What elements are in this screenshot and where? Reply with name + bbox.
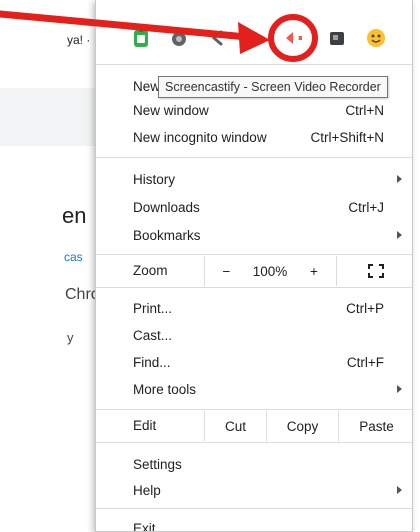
menu-item-history[interactable]: History [96, 165, 412, 193]
copy-button-label: Copy [286, 418, 319, 434]
menu-item-print-label: Print... [133, 300, 173, 316]
zoom-in-button[interactable]: + [292, 256, 336, 286]
background-gray-strip [0, 88, 95, 146]
menu-separator [96, 508, 412, 509]
menu-item-new-incognito-window[interactable]: New incognito window Ctrl+Shift+N [96, 123, 412, 151]
chevron-right-icon [397, 486, 402, 494]
chevron-right-icon [397, 175, 402, 183]
menu-item-downloads[interactable]: Downloads Ctrl+J [96, 193, 412, 221]
background-search-fragment: ya! · [67, 33, 91, 47]
zoom-level: 100% [248, 256, 292, 286]
menu-item-find-shortcut: Ctrl+F [346, 354, 384, 370]
screencastify-tooltip: Screencastify - Screen Video Recorder [158, 76, 388, 98]
copy-button[interactable]: Copy [266, 411, 338, 441]
zoom-level-value: 100% [252, 263, 288, 279]
fullscreen-button[interactable] [336, 256, 412, 286]
cut-button[interactable]: Cut [204, 411, 266, 441]
menu-item-cast[interactable]: Cast... [96, 321, 412, 349]
menu-item-more-tools[interactable]: More tools [96, 375, 412, 403]
background-link-fragment[interactable]: cas [64, 250, 83, 264]
menu-item-bookmarks-label: Bookmarks [133, 227, 201, 243]
menu-item-exit[interactable]: Exit [96, 514, 412, 532]
menu-separator [96, 254, 412, 255]
paste-button[interactable]: Paste [338, 411, 412, 441]
menu-separator [96, 409, 412, 410]
cut-button-label: Cut [224, 418, 246, 434]
paste-button-label: Paste [359, 418, 394, 434]
minus-icon: − [222, 263, 231, 279]
screencastify-icon[interactable] [282, 26, 306, 50]
menu-item-exit-label: Exit [133, 520, 156, 532]
chevron-extension-icon[interactable] [206, 26, 230, 50]
zoom-out-button[interactable]: − [204, 256, 248, 286]
zoom-row: Zoom − 100% + [96, 256, 412, 286]
menu-item-new-incognito-shortcut: Ctrl+Shift+N [310, 129, 384, 145]
menu-item-downloads-label: Downloads [133, 199, 200, 215]
green-extension-icon[interactable] [129, 26, 153, 50]
fullscreen-icon [367, 264, 384, 278]
menu-item-new-window-label: New window [133, 102, 209, 118]
menu-separator [96, 157, 412, 158]
menu-separator [96, 287, 412, 288]
menu-item-downloads-shortcut: Ctrl+J [348, 199, 384, 215]
extension-toolbar [96, 0, 412, 64]
menu-item-new-window[interactable]: New window Ctrl+N [96, 96, 412, 124]
menu-item-bookmarks[interactable]: Bookmarks [96, 221, 412, 249]
menu-item-more-tools-label: More tools [133, 381, 197, 397]
background-heading-fragment: en [62, 203, 87, 228]
menu-item-cast-label: Cast... [133, 327, 173, 343]
menu-item-new-window-shortcut: Ctrl+N [345, 102, 384, 118]
menu-item-new-incognito-label: New incognito window [133, 129, 267, 145]
gray-extension-icon[interactable] [167, 26, 191, 50]
emoji-extension-icon[interactable] [364, 26, 388, 50]
background-text-fragment-2: y [67, 330, 74, 345]
menu-item-help[interactable]: Help [96, 476, 412, 504]
menu-item-settings[interactable]: Settings [96, 450, 412, 478]
menu-item-print-shortcut: Ctrl+P [346, 300, 384, 316]
dark-extension-icon[interactable] [325, 26, 349, 50]
menu-separator [96, 442, 412, 443]
menu-item-find[interactable]: Find... Ctrl+F [96, 348, 412, 376]
chevron-right-icon [397, 231, 402, 239]
menu-item-help-label: Help [133, 482, 161, 498]
chevron-right-icon [397, 385, 402, 393]
zoom-label: Zoom [133, 263, 168, 278]
menu-item-print[interactable]: Print... Ctrl+P [96, 294, 412, 322]
edit-label: Edit [133, 418, 157, 433]
plus-icon: + [310, 263, 318, 279]
menu-separator [96, 64, 412, 65]
menu-item-history-label: History [133, 171, 176, 187]
menu-item-find-label: Find... [133, 354, 171, 370]
menu-item-settings-label: Settings [133, 456, 182, 472]
edit-row: Edit Cut Copy Paste [96, 411, 412, 441]
